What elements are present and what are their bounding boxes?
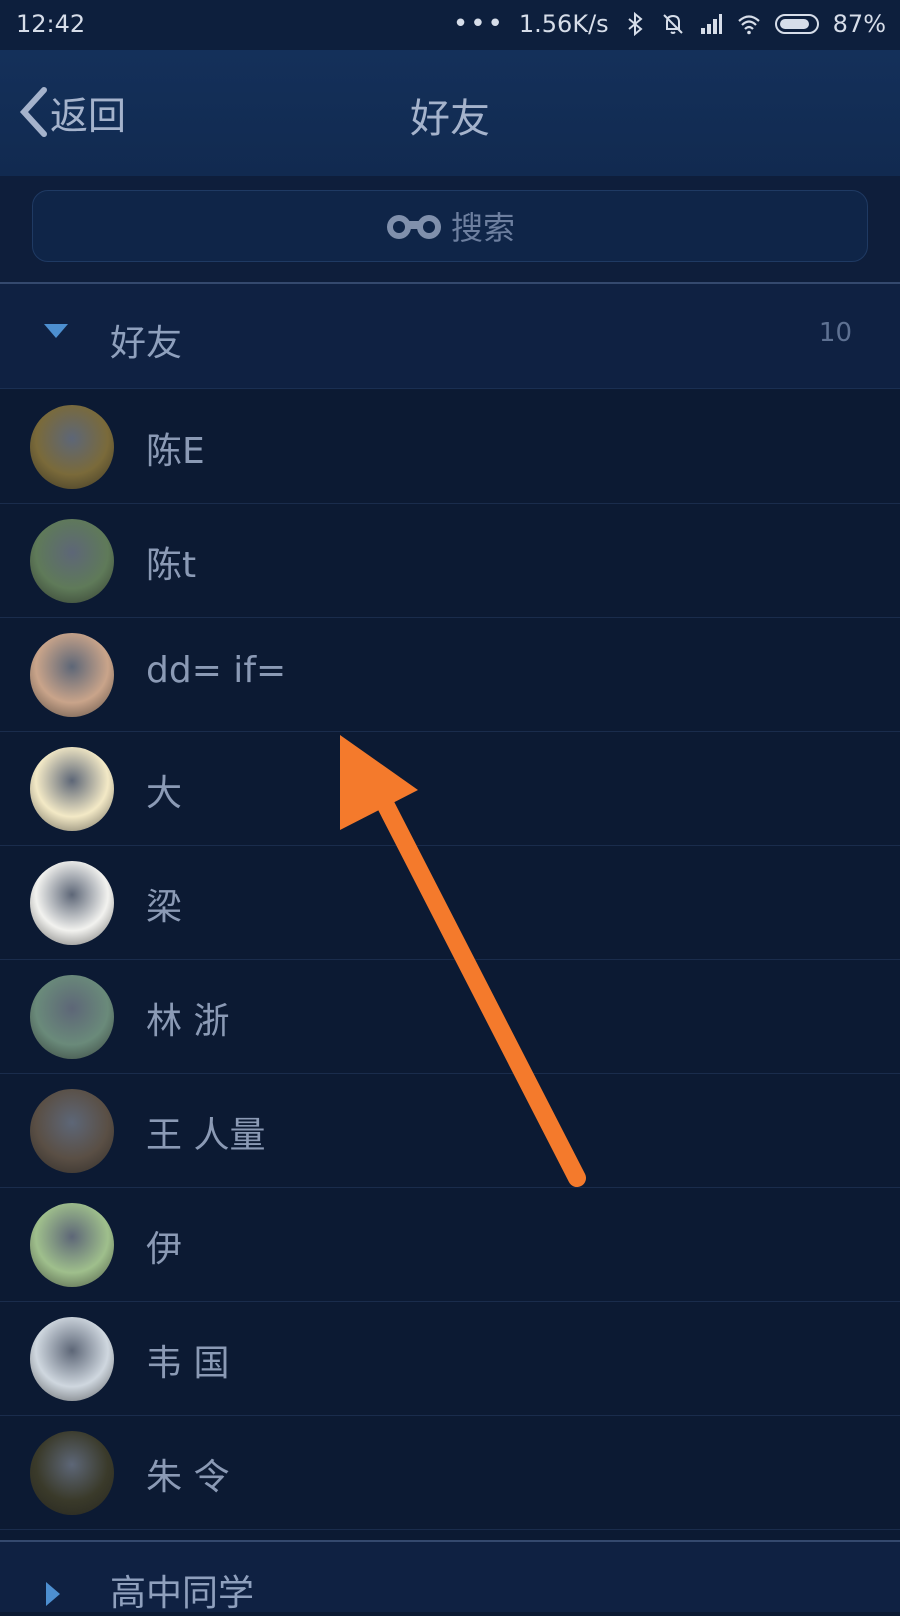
friend-name: 林 浙 <box>146 1001 230 1042</box>
network-speed: 1.56K/s <box>518 10 609 38</box>
avatar <box>30 1317 114 1401</box>
group-title: 好友 <box>110 323 183 364</box>
avatar <box>30 1089 114 1173</box>
friend-row[interactable]: 韦 国 <box>0 1302 900 1416</box>
battery-icon <box>774 14 819 34</box>
group-header-high-school[interactable]: 高中同学 <box>0 1540 900 1614</box>
friend-name: 伊 <box>146 1229 183 1270</box>
friend-row[interactable]: 朱 令 <box>0 1416 900 1530</box>
avatar <box>30 975 114 1059</box>
navigation-bar: 返回 好友 <box>0 50 900 177</box>
friend-name: 陈E <box>146 431 205 472</box>
friend-name: dd= if= <box>146 650 287 691</box>
friend-name: 梁 <box>146 887 183 928</box>
search-label: 搜索 <box>450 209 515 247</box>
friend-row[interactable]: 大 <box>0 732 900 846</box>
binoculars-icon <box>386 215 441 239</box>
friend-name: 韦 国 <box>146 1343 230 1384</box>
status-right: ••• 1.56K/s 87% <box>453 10 886 38</box>
friend-name: 陈t <box>146 545 197 586</box>
status-time: 12:42 <box>16 10 86 38</box>
avatar <box>30 1431 114 1515</box>
search-bar[interactable]: 搜索 <box>32 190 868 262</box>
friend-row[interactable]: 陈E <box>0 390 900 504</box>
battery-fill <box>779 19 810 29</box>
friend-row[interactable]: dd= if= <box>0 618 900 732</box>
friend-row[interactable]: 伊 <box>0 1188 900 1302</box>
group-count: 10 <box>818 318 852 348</box>
avatar <box>30 1203 114 1287</box>
avatar <box>30 405 114 489</box>
friend-row[interactable]: 梁 <box>0 846 900 960</box>
avatar <box>30 747 114 831</box>
friend-row[interactable]: 王 人量 <box>0 1074 900 1188</box>
friend-row[interactable]: 陈t <box>0 504 900 618</box>
avatar <box>30 861 114 945</box>
friend-name: 王 人量 <box>146 1115 266 1156</box>
battery-percent: 87% <box>832 10 886 38</box>
triangle-down-icon <box>44 324 68 338</box>
bluetooth-icon <box>628 12 643 36</box>
mute-icon <box>662 14 683 34</box>
wifi-icon <box>737 15 760 35</box>
triangle-right-icon <box>46 1582 60 1606</box>
status-dots: ••• <box>452 9 505 39</box>
friend-row[interactable]: 林 浙 <box>0 960 900 1074</box>
signal-icon <box>700 14 722 34</box>
avatar <box>30 519 114 603</box>
search-section: 搜索 <box>0 176 900 284</box>
page-title: 好友 <box>410 96 490 142</box>
status-bar: 12:42 ••• 1.56K/s 87% <box>0 0 900 50</box>
group2-title: 高中同学 <box>110 1573 255 1614</box>
friend-name: 大 <box>146 773 183 814</box>
friend-name: 朱 令 <box>146 1457 230 1498</box>
friend-list: 陈E 陈t dd= if= 大 梁 林 浙王 人量伊韦 国朱 令 <box>0 390 900 1530</box>
avatar <box>30 633 114 717</box>
group-header-friends[interactable]: 好友 10 <box>0 284 900 389</box>
